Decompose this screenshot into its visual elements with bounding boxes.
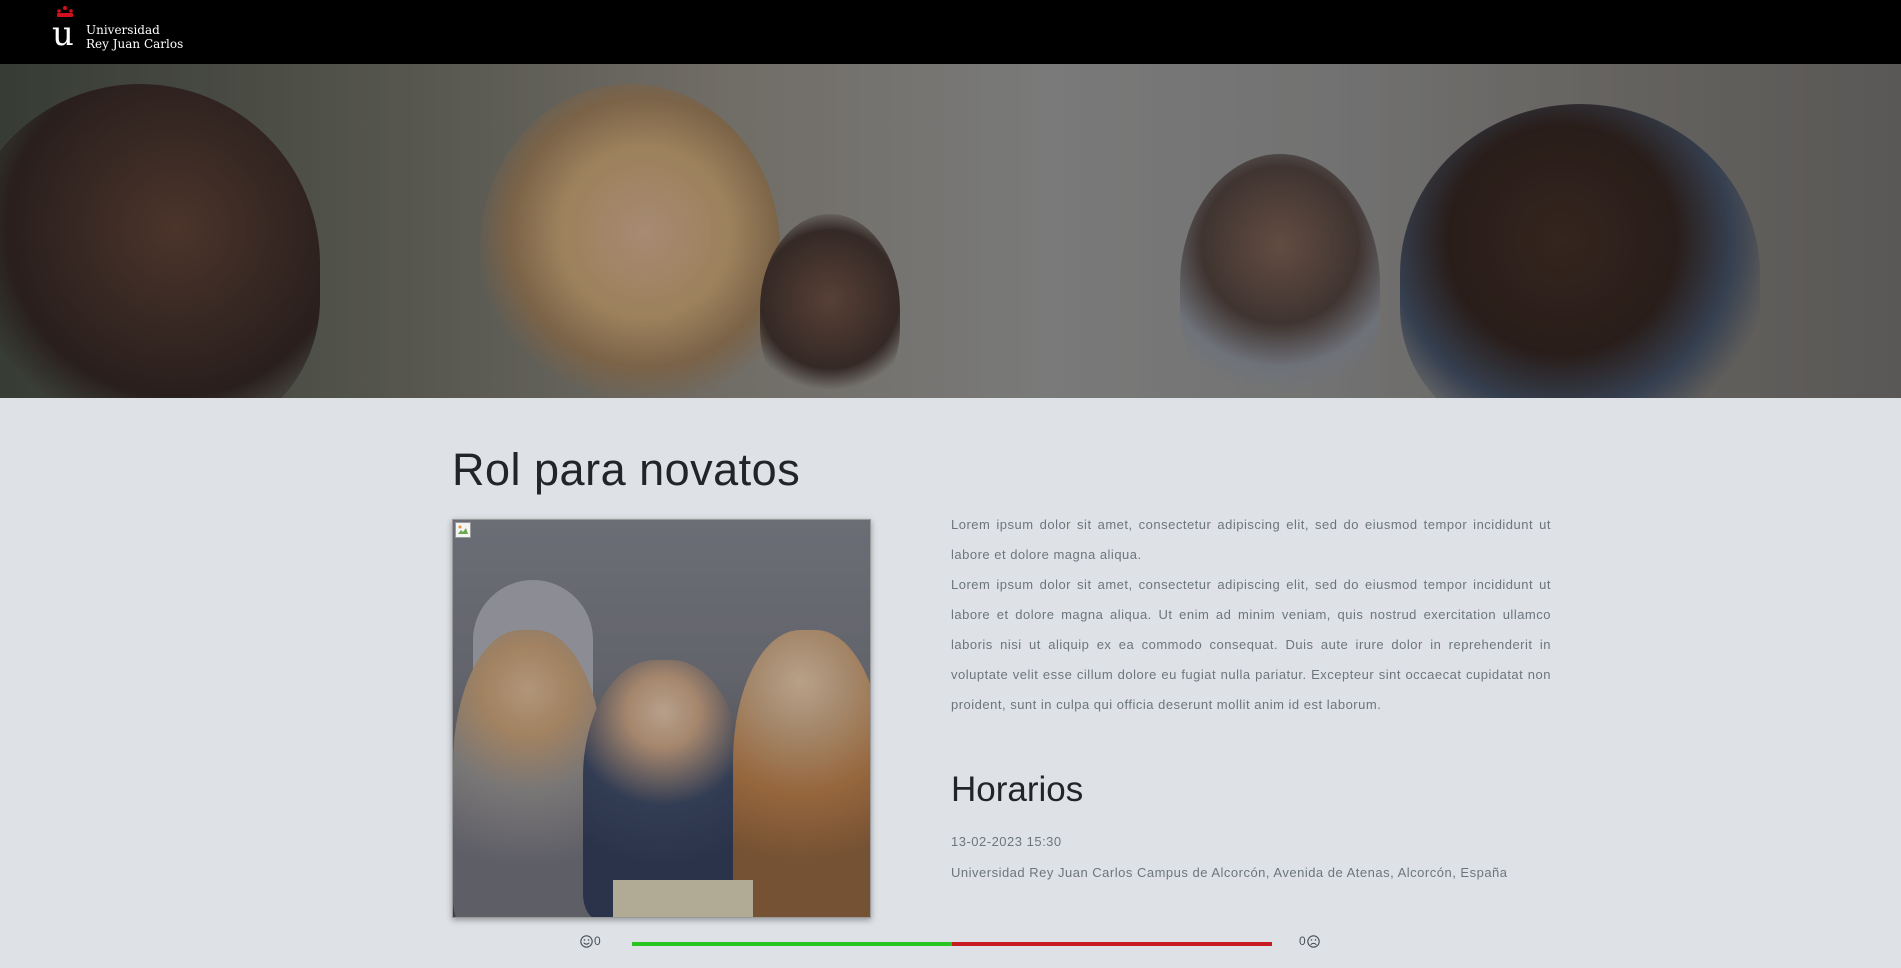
smile-icon [580, 934, 593, 948]
event-description: Lorem ipsum dolor sit amet, consectetur … [951, 510, 1551, 720]
like-button[interactable]: 0 [580, 934, 601, 948]
dislike-ratio-bar [952, 942, 1272, 946]
rating-bar: 0 0 [580, 932, 1325, 954]
photo-overlay [453, 520, 870, 917]
hero-banner-image [0, 64, 1901, 398]
schedule-heading: Horarios [951, 770, 1084, 809]
frown-icon [1306, 934, 1320, 948]
dislike-count: 0 [1299, 934, 1306, 948]
description-paragraph-2: Lorem ipsum dolor sit amet, consectetur … [951, 577, 1551, 712]
logo-line-1: Universidad [86, 23, 160, 37]
event-photo [452, 519, 871, 918]
logo-line-2: Rey Juan Carlos [86, 37, 184, 51]
dislike-button[interactable]: 0 [1299, 934, 1320, 948]
top-navbar: u Universidad Rey Juan Carlos [0, 0, 1901, 64]
logo-mark: u [52, 6, 76, 52]
logo-letter: u [52, 14, 74, 54]
university-logo[interactable]: u Universidad Rey Juan Carlos [52, 6, 183, 52]
event-datetime: 13-02-2023 15:30 [951, 834, 1062, 849]
hero-overlay [0, 64, 1901, 398]
like-ratio-bar [632, 942, 952, 946]
description-paragraph-1: Lorem ipsum dolor sit amet, consectetur … [951, 517, 1551, 562]
event-title: Rol para novatos [452, 444, 801, 495]
like-count: 0 [594, 934, 601, 948]
event-location: Universidad Rey Juan Carlos Campus de Al… [951, 865, 1508, 880]
broken-image-icon [455, 522, 471, 538]
logo-wordmark: Universidad Rey Juan Carlos [86, 23, 183, 51]
